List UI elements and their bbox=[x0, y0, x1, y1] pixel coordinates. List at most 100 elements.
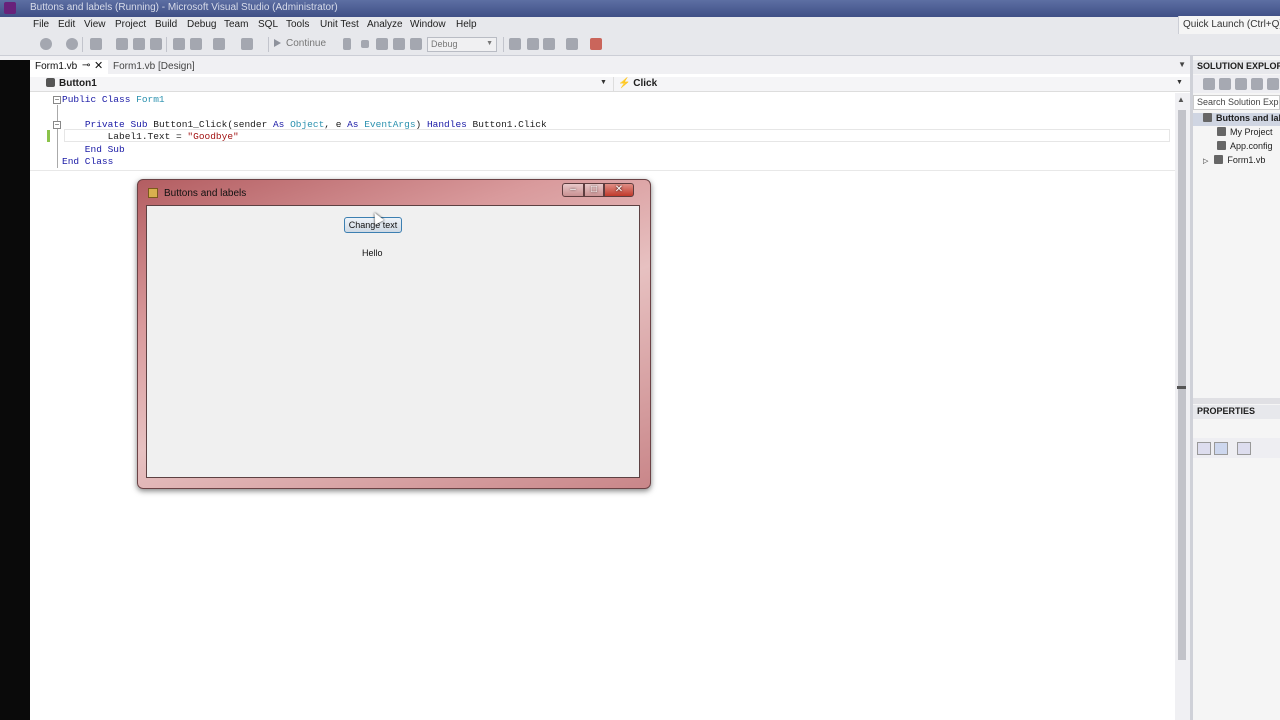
menu-help[interactable]: Help bbox=[456, 19, 477, 30]
solution-item-my-project[interactable]: My Project bbox=[1193, 127, 1280, 140]
tab-overflow-icon[interactable]: ▼ bbox=[1178, 60, 1186, 69]
minimize-button[interactable]: – bbox=[562, 183, 584, 197]
toolbar-separator bbox=[82, 37, 83, 52]
visual-studio-icon bbox=[4, 2, 16, 14]
code-line: End Sub bbox=[62, 144, 125, 156]
bookmark-icon[interactable] bbox=[543, 38, 555, 50]
form-title: Buttons and labels bbox=[164, 188, 247, 199]
solution-explorer-header: SOLUTION EXPLORER bbox=[1193, 60, 1280, 74]
collapse-icon[interactable]: − bbox=[53, 96, 61, 104]
object-dropdown-value: Button1 bbox=[59, 78, 97, 89]
back-icon[interactable] bbox=[1203, 78, 1215, 90]
restart-icon[interactable] bbox=[393, 38, 405, 50]
breakpoint-icon[interactable] bbox=[590, 38, 602, 50]
running-form-window[interactable]: Buttons and labels – □ ✕ Change text Hel… bbox=[137, 179, 651, 489]
solution-search-input[interactable]: Search Solution Explorer bbox=[1193, 95, 1280, 110]
solution-item-form1[interactable]: ▷ Form1.vb bbox=[1193, 155, 1280, 168]
back-icon[interactable] bbox=[40, 38, 52, 50]
save-icon[interactable] bbox=[133, 38, 145, 50]
continue-button[interactable]: Continue bbox=[274, 38, 326, 49]
toolbar-separator bbox=[166, 37, 167, 52]
chevron-down-icon[interactable]: ▼ bbox=[600, 79, 607, 86]
open-file-icon[interactable] bbox=[116, 38, 128, 50]
toolbar-separator bbox=[268, 37, 269, 52]
menu-edit[interactable]: Edit bbox=[58, 19, 75, 30]
home-icon[interactable] bbox=[1235, 78, 1247, 90]
maximize-button[interactable]: □ bbox=[584, 183, 604, 197]
navbar-divider bbox=[613, 77, 614, 92]
navigation-bar: Button1 ▼ ⚡ Click ▼ bbox=[30, 77, 1190, 92]
menu-analyze[interactable]: Analyze bbox=[367, 19, 403, 30]
solution-item-label: Form1.vb bbox=[1227, 155, 1266, 165]
title-bar: Buttons and labels (Running) - Microsoft… bbox=[0, 0, 1280, 17]
copy-icon[interactable] bbox=[190, 38, 202, 50]
code-token: Public Class bbox=[62, 94, 137, 105]
play-icon bbox=[274, 39, 281, 47]
menu-window[interactable]: Window bbox=[410, 19, 446, 30]
close-tab-icon[interactable]: ✕ bbox=[94, 59, 103, 72]
solution-item-app-config[interactable]: App.config bbox=[1193, 141, 1280, 154]
save-all-icon[interactable] bbox=[150, 38, 162, 50]
collapse-icon[interactable]: − bbox=[53, 121, 61, 129]
menu-team[interactable]: Team bbox=[224, 19, 248, 30]
scrollbar-thumb[interactable] bbox=[1178, 110, 1186, 660]
close-button[interactable]: ✕ bbox=[604, 183, 634, 197]
label1: Hello bbox=[362, 248, 383, 258]
code-token: Form1 bbox=[136, 94, 165, 105]
forward-icon[interactable] bbox=[66, 38, 78, 50]
show-next-statement-icon[interactable] bbox=[410, 38, 422, 50]
refresh-icon[interactable] bbox=[1267, 78, 1279, 90]
quick-launch-input[interactable]: Quick Launch (Ctrl+Q) bbox=[1178, 16, 1280, 35]
event-lightning-icon: ⚡ bbox=[618, 78, 631, 89]
comment-icon[interactable] bbox=[527, 38, 539, 50]
menu-view[interactable]: View bbox=[84, 19, 106, 30]
cut-icon[interactable] bbox=[173, 38, 185, 50]
detach-icon[interactable] bbox=[376, 38, 388, 50]
event-dropdown-value: Click bbox=[633, 78, 658, 89]
configuration-select[interactable]: Debug ▼ bbox=[427, 37, 497, 52]
chevron-down-icon: ▼ bbox=[486, 40, 493, 47]
event-dropdown[interactable]: ⚡ Click bbox=[618, 78, 657, 89]
find-icon[interactable] bbox=[509, 38, 521, 50]
code-token: Handles bbox=[426, 119, 467, 130]
solution-root-item[interactable]: Buttons and labels bbox=[1193, 113, 1280, 126]
redo-icon[interactable] bbox=[241, 38, 253, 50]
menu-debug[interactable]: Debug bbox=[187, 19, 216, 30]
menu-tools[interactable]: Tools bbox=[286, 19, 309, 30]
properties-header: PROPERTIES bbox=[1193, 405, 1280, 419]
sync-icon[interactable] bbox=[1251, 78, 1263, 90]
object-dropdown[interactable]: Button1 bbox=[46, 78, 97, 89]
menu-unit-test[interactable]: Unit Test bbox=[320, 19, 359, 30]
code-line: End Class bbox=[62, 156, 113, 168]
solution-root-label: Buttons and labels bbox=[1216, 113, 1280, 123]
menu-sql[interactable]: SQL bbox=[258, 19, 278, 30]
solution-item-label: My Project bbox=[1230, 127, 1273, 137]
chevron-down-icon[interactable]: ▼ bbox=[1176, 79, 1183, 86]
tab-form1-design[interactable]: Form1.vb [Design] bbox=[108, 60, 200, 74]
menu-build[interactable]: Build bbox=[155, 19, 177, 30]
menu-file[interactable]: File bbox=[33, 19, 49, 30]
forward-icon[interactable] bbox=[1219, 78, 1231, 90]
panel-splitter[interactable] bbox=[1193, 398, 1280, 404]
undo-icon[interactable] bbox=[213, 38, 225, 50]
categorized-icon[interactable] bbox=[1197, 442, 1211, 455]
tab-label: Form1.vb bbox=[35, 61, 78, 72]
step-icon[interactable] bbox=[566, 38, 578, 50]
menu-project[interactable]: Project bbox=[115, 19, 146, 30]
scroll-marker bbox=[1177, 386, 1186, 389]
alphabetical-icon[interactable] bbox=[1214, 442, 1228, 455]
stop-icon[interactable] bbox=[361, 40, 369, 48]
expand-arrow-icon[interactable]: ▷ bbox=[1203, 157, 1208, 165]
code-token: Sub bbox=[130, 119, 148, 130]
tab-form1-vb[interactable]: Form1.vb ⊸ ✕ bbox=[30, 60, 108, 74]
config-file-icon bbox=[1217, 141, 1226, 150]
pause-icon[interactable] bbox=[343, 38, 351, 50]
wrench-icon bbox=[1217, 127, 1226, 136]
code-token: Private bbox=[84, 119, 125, 130]
split-icon[interactable]: ▲ bbox=[1177, 95, 1188, 106]
property-pages-icon[interactable] bbox=[1237, 442, 1251, 455]
toolbar: Continue bbox=[0, 34, 1280, 56]
pin-icon[interactable]: ⊸ bbox=[82, 60, 90, 71]
new-project-icon[interactable] bbox=[90, 38, 102, 50]
form-client-area: Change text Hello bbox=[146, 205, 640, 478]
